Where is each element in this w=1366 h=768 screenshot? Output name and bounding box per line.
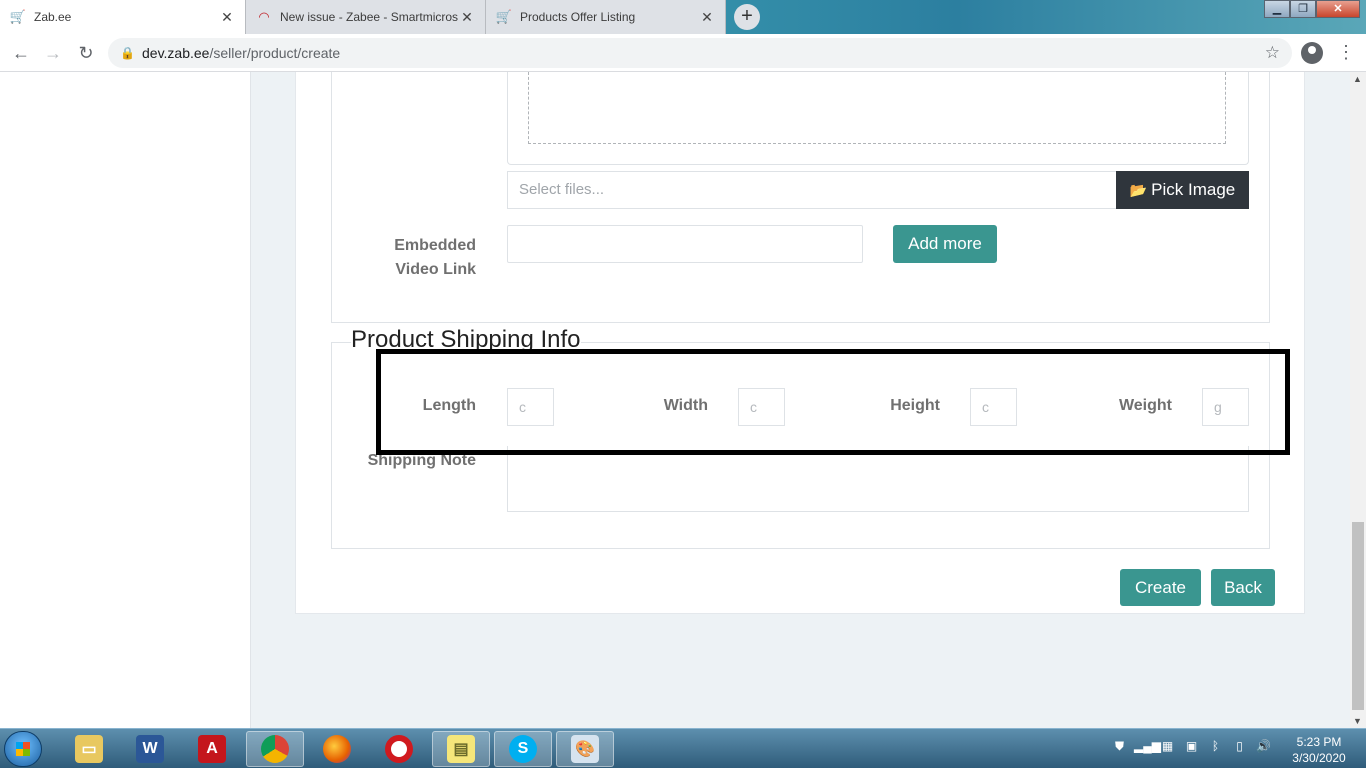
scroll-up-arrow-icon[interactable]: ▲ <box>1353 74 1362 84</box>
add-more-button[interactable]: Add more <box>893 225 997 263</box>
sidebar <box>0 72 251 728</box>
tab-close-icon[interactable]: ✕ <box>219 9 235 26</box>
usb-device-icon[interactable]: ▯ <box>1230 739 1249 757</box>
embedded-video-label: Embedded Video Link <box>356 234 476 282</box>
minimize-button[interactable]: ▁ <box>1264 0 1290 18</box>
profile-avatar-icon[interactable] <box>1301 42 1323 64</box>
highlight-annotation-box <box>376 349 1290 455</box>
cart-favicon-icon: 🛒 <box>495 9 513 24</box>
embedded-video-label-line1: Embedded <box>394 237 476 254</box>
clock-time: 5:23 PM <box>1296 735 1342 749</box>
taskbar-acrobat[interactable]: A <box>183 731 241 767</box>
shipping-note-textarea[interactable] <box>507 446 1249 512</box>
scrollbar-thumb[interactable] <box>1352 522 1364 710</box>
window-close-button[interactable]: ✕ <box>1316 0 1360 18</box>
chrome-icon <box>261 735 289 763</box>
scroll-down-arrow-icon[interactable]: ▼ <box>1353 716 1362 726</box>
page-scrollbar[interactable]: ▲ ▼ <box>1350 72 1366 728</box>
start-button[interactable] <box>4 731 42 767</box>
embedded-video-label-line2: Video Link <box>395 261 476 278</box>
security-shield-icon[interactable]: ⛊ <box>1110 739 1129 757</box>
back-button[interactable]: Back <box>1211 569 1275 606</box>
create-button[interactable]: Create <box>1120 569 1201 606</box>
clock-date: 3/30/2020 <box>1292 751 1346 765</box>
cart-favicon-icon: 🛒 <box>9 9 27 24</box>
url-path: /seller/product/create <box>209 45 341 61</box>
window-controls: ▁ ❐ ✕ <box>1264 0 1360 18</box>
taskbar-opera[interactable] <box>370 731 428 767</box>
tab-close-icon[interactable]: ✕ <box>459 9 475 26</box>
url-field[interactable]: 🔒 dev.zab.ee/seller/product/create ☆ <box>108 38 1292 68</box>
product-create-card: Select files... 📂 Pick Image Embedded Vid… <box>295 72 1305 614</box>
back-arrow-icon[interactable]: ← <box>10 42 32 64</box>
opera-icon <box>385 735 413 763</box>
paint-palette-icon: 🎨 <box>571 735 599 763</box>
acrobat-icon: A <box>198 735 226 763</box>
tab-close-icon[interactable]: ✕ <box>699 9 715 26</box>
taskbar-explorer[interactable]: ▭ <box>60 731 118 767</box>
taskbar-word[interactable]: W <box>121 731 179 767</box>
taskbar-firefox[interactable] <box>308 731 366 767</box>
skype-icon: S <box>509 735 537 763</box>
taskbar-paint[interactable]: 🎨 <box>556 731 614 767</box>
tab-title: Products Offer Listing <box>520 10 636 24</box>
tab-title: Zab.ee <box>34 10 72 24</box>
embedded-video-input[interactable] <box>507 225 863 263</box>
select-files-input[interactable]: Select files... <box>507 171 1117 209</box>
firefox-icon <box>323 735 351 763</box>
tab-title: New issue - Zabee - Smartmicros <box>280 10 459 24</box>
bluetooth-icon[interactable]: ᛒ <box>1206 739 1225 757</box>
bookmark-star-icon[interactable]: ☆ <box>1265 38 1280 68</box>
windows-taskbar: ▭ W A ▤ S 🎨 ⛊ ▂▄▆ ▦ ▣ ᛒ ▯ 🔊 5:23 PM 3/30… <box>0 728 1366 768</box>
reload-icon[interactable]: ↻ <box>75 42 97 64</box>
pick-image-button[interactable]: 📂 Pick Image <box>1116 171 1249 209</box>
image-upload-box <box>507 72 1249 165</box>
lock-icon: 🔒 <box>120 46 135 60</box>
page-viewport: Select files... 📂 Pick Image Embedded Vid… <box>0 72 1350 728</box>
folder-open-icon: 📂 <box>1129 182 1148 198</box>
network-icon[interactable]: ▦ <box>1158 739 1177 757</box>
volume-icon[interactable]: 🔊 <box>1254 739 1273 757</box>
browser-tab-bar: 🛒 Zab.ee ✕ ◠ New issue - Zabee - Smartmi… <box>0 0 1366 34</box>
tab-new-issue[interactable]: ◠ New issue - Zabee - Smartmicros ✕ <box>246 0 486 34</box>
issue-tracker-favicon-icon: ◠ <box>258 9 270 24</box>
browser-menu-icon[interactable]: ⋮ <box>1336 42 1356 64</box>
display-icon[interactable]: ▣ <box>1182 739 1201 757</box>
taskbar-chrome[interactable] <box>246 731 304 767</box>
pick-image-label: Pick Image <box>1151 180 1236 199</box>
forward-arrow-icon[interactable]: → <box>42 42 64 64</box>
word-icon: W <box>136 735 164 763</box>
sticky-notes-icon: ▤ <box>447 735 475 763</box>
taskbar-skype[interactable]: S <box>494 731 552 767</box>
taskbar-sticky-notes[interactable]: ▤ <box>432 731 490 767</box>
system-tray: ⛊ ▂▄▆ ▦ ▣ ᛒ ▯ 🔊 <box>1110 739 1273 757</box>
image-dropzone[interactable] <box>528 72 1226 144</box>
tab-zabee[interactable]: 🛒 Zab.ee ✕ <box>0 0 246 34</box>
new-tab-button[interactable]: + <box>734 4 760 30</box>
address-bar: ← → ↻ 🔒 dev.zab.ee/seller/product/create… <box>0 34 1366 72</box>
signal-bars-icon[interactable]: ▂▄▆ <box>1134 739 1161 757</box>
folder-icon: ▭ <box>75 735 103 763</box>
system-clock[interactable]: 5:23 PM 3/30/2020 <box>1283 734 1355 766</box>
maximize-button[interactable]: ❐ <box>1290 0 1316 18</box>
url-host: dev.zab.ee <box>142 45 210 61</box>
tab-products-offer-listing[interactable]: 🛒 Products Offer Listing ✕ <box>486 0 726 34</box>
